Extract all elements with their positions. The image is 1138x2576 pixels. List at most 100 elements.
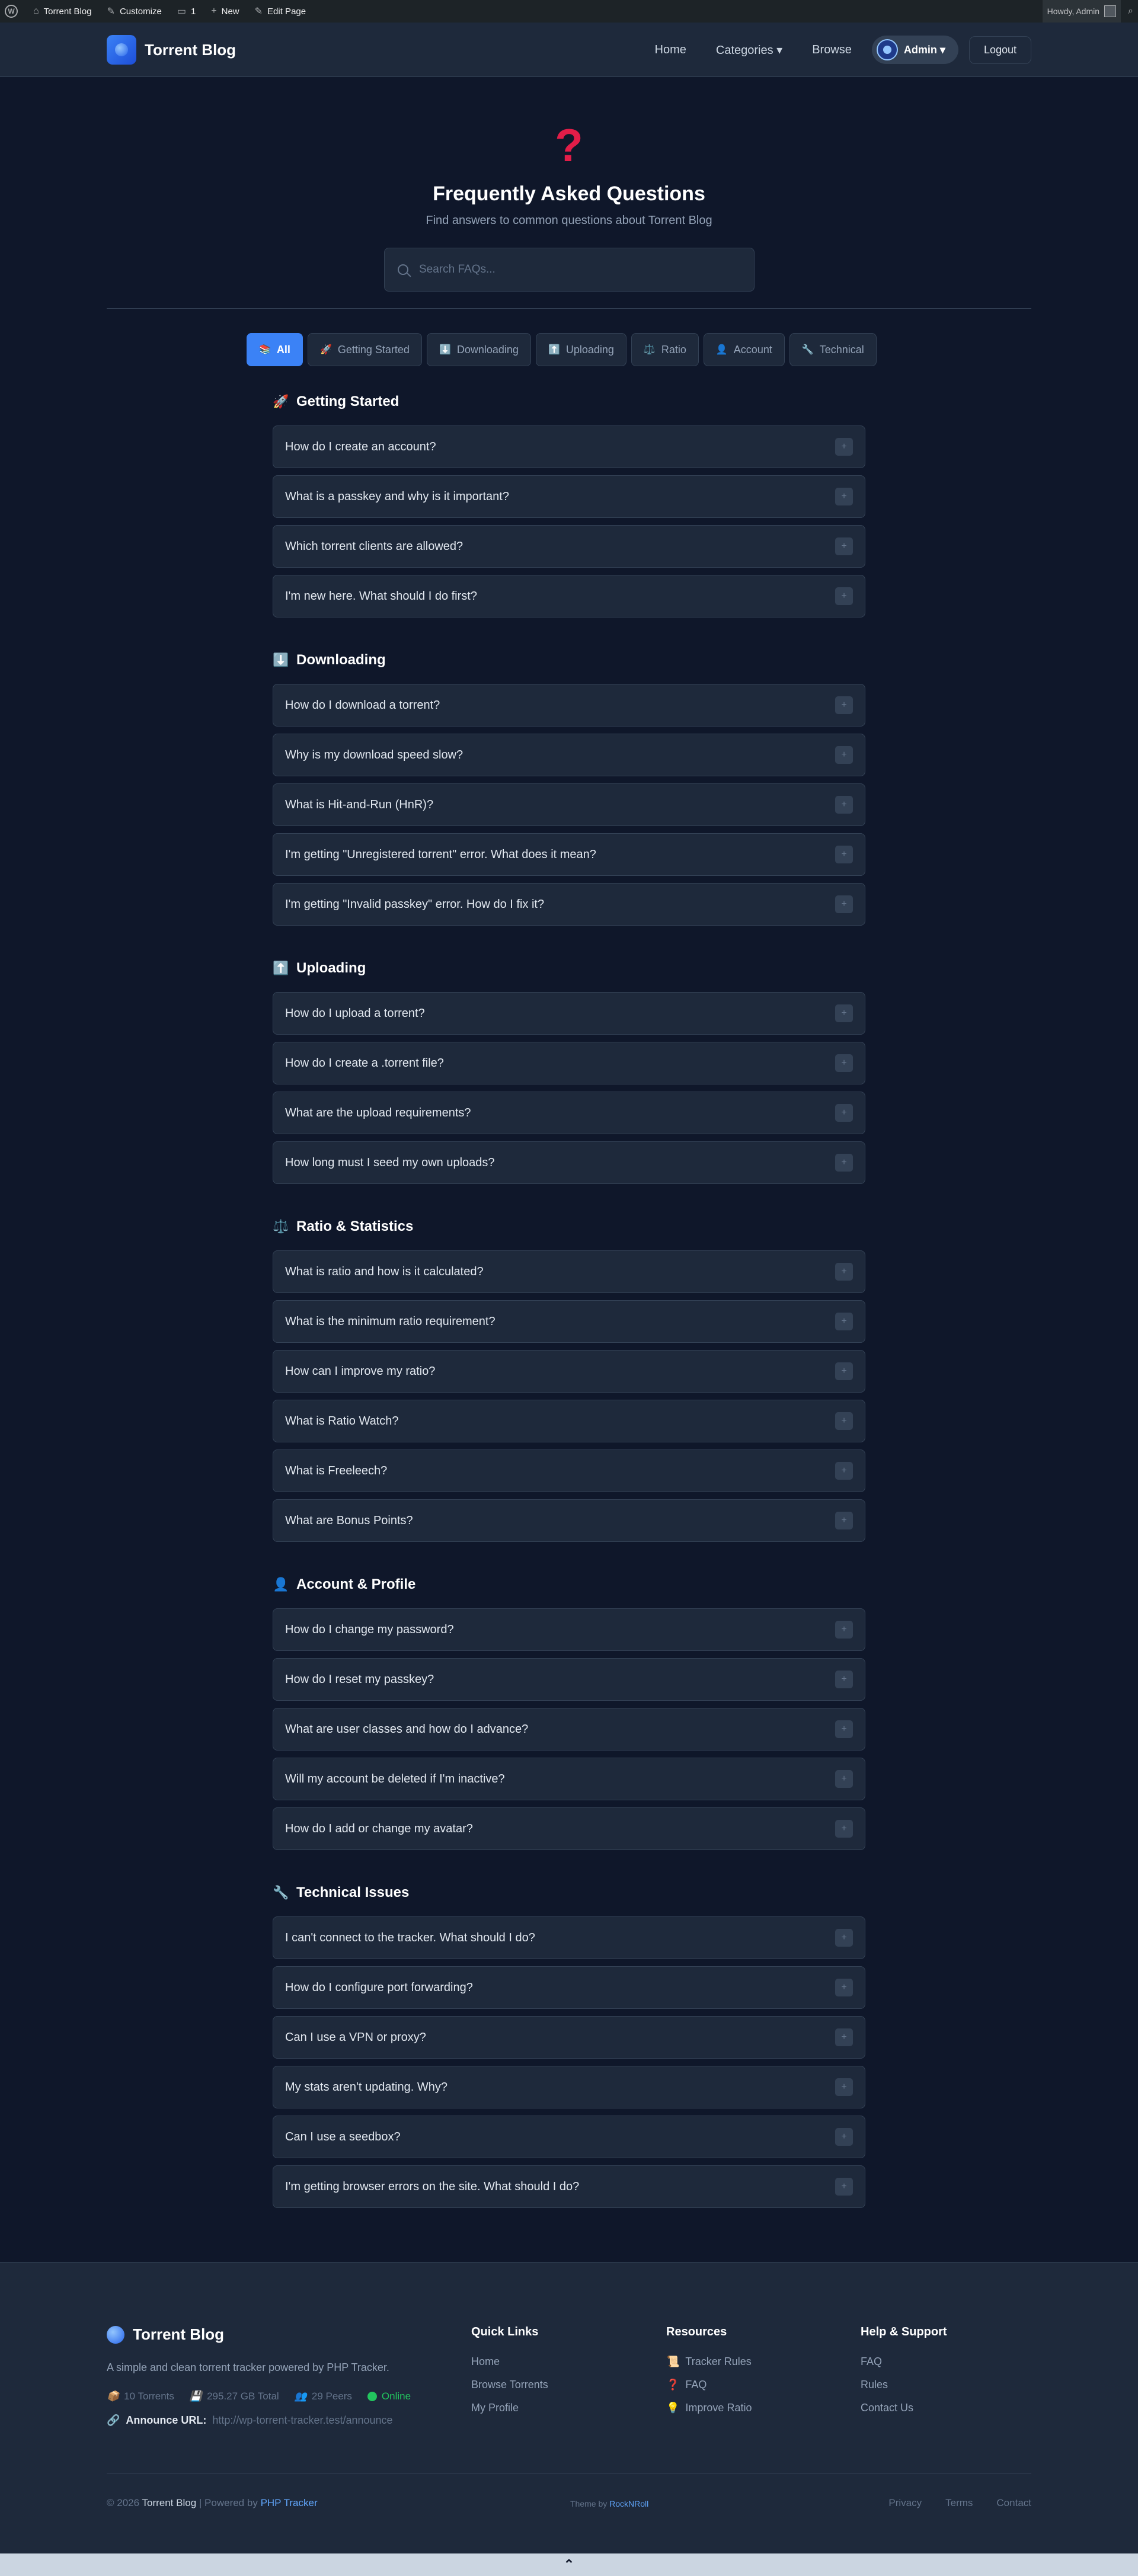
- announce-label: Announce URL:: [126, 2414, 207, 2426]
- faq-question[interactable]: How do I reset my passkey? +: [273, 1658, 865, 1701]
- adminbar-comments[interactable]: ▭ 1: [177, 5, 196, 17]
- nav-home[interactable]: Home: [645, 37, 696, 63]
- plus-icon[interactable]: +: [835, 1263, 853, 1281]
- faq-question[interactable]: What is the minimum ratio requirement? +: [273, 1300, 865, 1343]
- plus-icon[interactable]: +: [835, 438, 853, 456]
- faq-question[interactable]: How do I change my password? +: [273, 1608, 865, 1651]
- plus-icon[interactable]: +: [835, 696, 853, 714]
- faq-question[interactable]: How do I download a torrent? +: [273, 684, 865, 727]
- site-brand[interactable]: Torrent Blog: [107, 35, 236, 65]
- logout-button[interactable]: Logout: [968, 36, 1031, 64]
- announce-url-value[interactable]: http://wp-torrent-tracker.test/announce: [212, 2414, 392, 2427]
- faq-question[interactable]: How can I improve my ratio? +: [273, 1350, 865, 1393]
- plus-icon[interactable]: +: [835, 1054, 853, 1072]
- footer-link-help-rules[interactable]: Rules: [861, 2379, 947, 2391]
- faq-question-text: How do I create an account?: [285, 440, 436, 453]
- tab-downloading[interactable]: ⬇️ Downloading: [426, 333, 531, 366]
- tab-uploading[interactable]: ⬆️ Uploading: [535, 333, 626, 366]
- privacy-link[interactable]: Privacy: [888, 2497, 922, 2509]
- plus-icon[interactable]: +: [835, 2028, 853, 2046]
- footer-link-contact-us[interactable]: Contact Us: [861, 2402, 947, 2414]
- scroll-to-top-button[interactable]: ⌃: [0, 2553, 1138, 2576]
- adminbar-site-link[interactable]: ⌂ Torrent Blog: [33, 6, 92, 17]
- plus-icon[interactable]: +: [835, 1820, 853, 1838]
- faq-question[interactable]: How long must I seed my own uploads? +: [273, 1141, 865, 1184]
- faq-question[interactable]: What is Freeleech? +: [273, 1449, 865, 1492]
- faq-question[interactable]: Why is my download speed slow? +: [273, 734, 865, 776]
- plus-icon[interactable]: +: [835, 1979, 853, 1996]
- faq-question[interactable]: What is a passkey and why is it importan…: [273, 475, 865, 518]
- plus-icon[interactable]: +: [835, 1671, 853, 1688]
- footer-link-rules[interactable]: 📜 Tracker Rules: [666, 2356, 752, 2368]
- faq-question[interactable]: I'm new here. What should I do first? +: [273, 575, 865, 617]
- nav-categories[interactable]: Categories ▾: [707, 37, 792, 63]
- faq-question[interactable]: I'm getting "Unregistered torrent" error…: [273, 833, 865, 876]
- faq-search-input[interactable]: [419, 263, 739, 276]
- faq-question[interactable]: Can I use a seedbox? +: [273, 2116, 865, 2158]
- faq-question[interactable]: Which torrent clients are allowed? +: [273, 525, 865, 568]
- adminbar-new[interactable]: + New: [211, 6, 239, 17]
- faq-question[interactable]: What are the upload requirements? +: [273, 1092, 865, 1134]
- search-icon[interactable]: ⌕: [1128, 6, 1133, 17]
- tab-ratio[interactable]: ⚖️ Ratio: [631, 333, 699, 366]
- terms-link[interactable]: Terms: [945, 2497, 973, 2509]
- plus-icon[interactable]: +: [835, 1412, 853, 1430]
- powered-link[interactable]: PHP Tracker: [261, 2497, 318, 2508]
- faq-question[interactable]: I'm getting browser errors on the site. …: [273, 2165, 865, 2208]
- plus-icon[interactable]: +: [835, 2178, 853, 2196]
- tab-getting-started[interactable]: 🚀 Getting Started: [307, 333, 422, 366]
- plus-icon[interactable]: +: [835, 1720, 853, 1738]
- wp-logo-menu[interactable]: W: [5, 5, 18, 18]
- faq-question[interactable]: What is ratio and how is it calculated? +: [273, 1250, 865, 1293]
- plus-icon[interactable]: +: [835, 537, 853, 555]
- plus-icon[interactable]: +: [835, 1362, 853, 1380]
- faq-question[interactable]: What is Ratio Watch? +: [273, 1400, 865, 1442]
- theme-link[interactable]: RockNRoll: [609, 2499, 648, 2508]
- plus-icon[interactable]: +: [835, 1004, 853, 1022]
- plus-icon[interactable]: +: [835, 1621, 853, 1639]
- plus-icon[interactable]: +: [835, 1154, 853, 1172]
- tab-all[interactable]: 📚 All: [247, 333, 303, 366]
- plus-icon[interactable]: +: [835, 1770, 853, 1788]
- adminbar-customize[interactable]: ✎ Customize: [107, 5, 162, 17]
- plus-icon[interactable]: +: [835, 746, 853, 764]
- plus-icon[interactable]: +: [835, 488, 853, 505]
- plus-icon[interactable]: +: [835, 1512, 853, 1529]
- faq-question[interactable]: What is Hit-and-Run (HnR)? +: [273, 783, 865, 826]
- user-menu-button[interactable]: Admin ▾: [871, 36, 958, 64]
- faq-question[interactable]: How do I create an account? +: [273, 425, 865, 468]
- plus-icon[interactable]: +: [835, 1929, 853, 1947]
- plus-icon[interactable]: +: [835, 796, 853, 814]
- footer-link-faq[interactable]: ❓ FAQ: [666, 2379, 752, 2391]
- faq-question[interactable]: How do I upload a torrent? +: [273, 992, 865, 1035]
- plus-icon[interactable]: +: [835, 846, 853, 863]
- faq-question[interactable]: Can I use a VPN or proxy? +: [273, 2016, 865, 2059]
- adminbar-account[interactable]: Howdy, Admin: [1042, 0, 1121, 23]
- footer-link-home[interactable]: Home: [471, 2356, 548, 2368]
- footer-link-browse[interactable]: Browse Torrents: [471, 2379, 548, 2391]
- plus-icon[interactable]: +: [835, 1313, 853, 1330]
- faq-question[interactable]: What are Bonus Points? +: [273, 1499, 865, 1542]
- faq-question[interactable]: How do I add or change my avatar? +: [273, 1807, 865, 1850]
- nav-browse[interactable]: Browse: [803, 37, 861, 63]
- faq-question[interactable]: My stats aren't updating. Why? +: [273, 2066, 865, 2108]
- plus-icon[interactable]: +: [835, 2128, 853, 2146]
- faq-question[interactable]: I can't connect to the tracker. What sho…: [273, 1916, 865, 1959]
- footer-link-profile[interactable]: My Profile: [471, 2402, 548, 2414]
- faq-question[interactable]: How do I create a .torrent file? +: [273, 1042, 865, 1084]
- plus-icon[interactable]: +: [835, 587, 853, 605]
- faq-question[interactable]: I'm getting "Invalid passkey" error. How…: [273, 883, 865, 926]
- plus-icon[interactable]: +: [835, 895, 853, 913]
- footer-link-help-faq[interactable]: FAQ: [861, 2356, 947, 2368]
- faq-question[interactable]: How do I configure port forwarding? +: [273, 1966, 865, 2009]
- footer-link-improve-ratio[interactable]: 💡 Improve Ratio: [666, 2402, 752, 2414]
- plus-icon[interactable]: +: [835, 1462, 853, 1480]
- plus-icon[interactable]: +: [835, 1104, 853, 1122]
- faq-question[interactable]: What are user classes and how do I advan…: [273, 1708, 865, 1751]
- tab-account[interactable]: 👤 Account: [703, 333, 785, 366]
- adminbar-edit-page[interactable]: ✎ Edit Page: [255, 5, 306, 17]
- plus-icon[interactable]: +: [835, 2078, 853, 2096]
- faq-question[interactable]: Will my account be deleted if I'm inacti…: [273, 1758, 865, 1800]
- contact-link[interactable]: Contact: [996, 2497, 1031, 2509]
- tab-technical[interactable]: 🔧 Technical: [789, 333, 877, 366]
